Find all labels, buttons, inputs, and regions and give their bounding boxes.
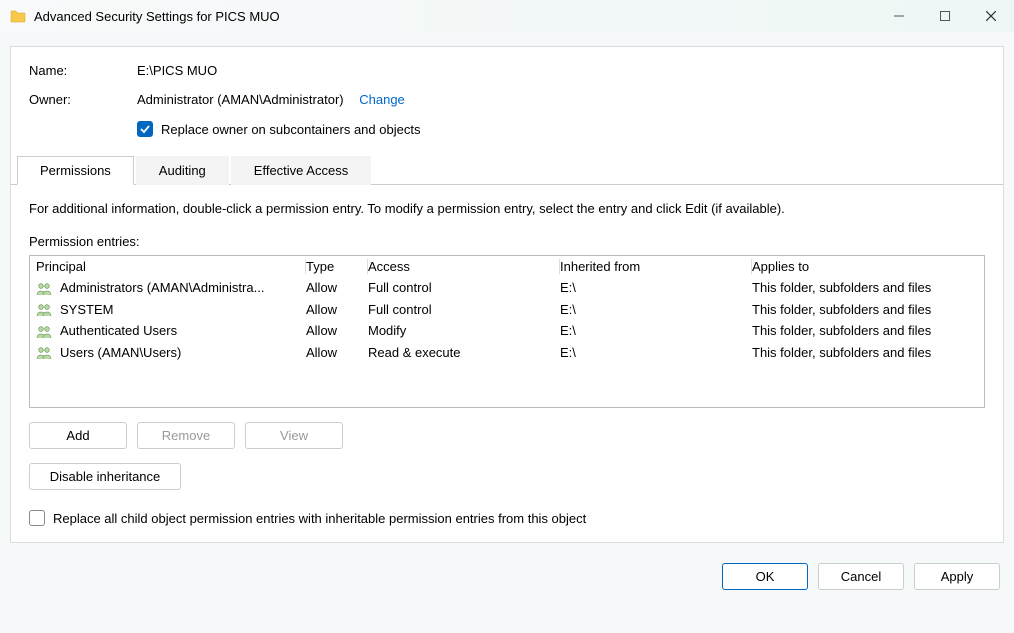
folder-icon xyxy=(10,9,26,23)
remove-button[interactable]: Remove xyxy=(137,422,235,449)
cell-principal: Users (AMAN\Users) xyxy=(60,345,181,360)
content-frame: Name: E:\PICS MUO Owner: Administrator (… xyxy=(10,46,1004,543)
view-button[interactable]: View xyxy=(245,422,343,449)
cell-principal: SYSTEM xyxy=(60,302,113,317)
table-row[interactable]: Administrators (AMAN\Administra... AllowF… xyxy=(30,277,984,299)
group-icon xyxy=(36,346,54,360)
info-text: For additional information, double-click… xyxy=(29,201,985,216)
col-applies[interactable]: Applies to xyxy=(752,259,978,274)
group-icon xyxy=(36,282,54,296)
col-inherited[interactable]: Inherited from xyxy=(560,259,752,274)
tab-permissions[interactable]: Permissions xyxy=(17,156,134,185)
cell-applies: This folder, subfolders and files xyxy=(752,302,978,317)
table-row[interactable]: Users (AMAN\Users) AllowRead & executeE:\… xyxy=(30,342,984,364)
cell-inherited: E:\ xyxy=(560,302,752,317)
tab-strip: Permissions Auditing Effective Access xyxy=(11,155,1003,185)
tab-effective-access[interactable]: Effective Access xyxy=(231,156,371,185)
add-button[interactable]: Add xyxy=(29,422,127,449)
replace-child-label: Replace all child object permission entr… xyxy=(53,511,586,526)
owner-value: Administrator (AMAN\Administrator) xyxy=(137,92,344,107)
table-row[interactable]: Authenticated Users AllowModifyE:\This fo… xyxy=(30,320,984,342)
name-label: Name: xyxy=(29,63,137,78)
minimize-button[interactable] xyxy=(876,0,922,32)
dialog-footer: OK Cancel Apply xyxy=(0,553,1014,590)
entries-label: Permission entries: xyxy=(29,234,985,249)
change-owner-link[interactable]: Change xyxy=(359,92,405,107)
col-access[interactable]: Access xyxy=(368,259,560,274)
window-title: Advanced Security Settings for PICS MUO xyxy=(34,9,876,24)
replace-owner-label: Replace owner on subcontainers and objec… xyxy=(161,122,420,137)
window-controls xyxy=(876,0,1014,32)
cell-access: Read & execute xyxy=(368,345,560,360)
name-value: E:\PICS MUO xyxy=(137,63,217,78)
maximize-button[interactable] xyxy=(922,0,968,32)
cell-access: Modify xyxy=(368,323,560,338)
apply-button[interactable]: Apply xyxy=(914,563,1000,590)
close-button[interactable] xyxy=(968,0,1014,32)
permission-table: Principal Type Access Inherited from App… xyxy=(29,255,985,408)
cell-principal: Administrators (AMAN\Administra... xyxy=(60,280,264,295)
table-header: Principal Type Access Inherited from App… xyxy=(30,256,984,277)
cell-type: Allow xyxy=(306,323,368,338)
cell-access: Full control xyxy=(368,302,560,317)
cell-access: Full control xyxy=(368,280,560,295)
owner-label: Owner: xyxy=(29,92,137,107)
ok-button[interactable]: OK xyxy=(722,563,808,590)
group-icon xyxy=(36,325,54,339)
tab-auditing[interactable]: Auditing xyxy=(136,156,229,185)
cell-applies: This folder, subfolders and files xyxy=(752,280,978,295)
cell-inherited: E:\ xyxy=(560,280,752,295)
group-icon xyxy=(36,303,54,317)
disable-inheritance-button[interactable]: Disable inheritance xyxy=(29,463,181,490)
cell-principal: Authenticated Users xyxy=(60,323,177,338)
cell-inherited: E:\ xyxy=(560,345,752,360)
cell-applies: This folder, subfolders and files xyxy=(752,345,978,360)
cell-inherited: E:\ xyxy=(560,323,752,338)
cell-type: Allow xyxy=(306,302,368,317)
table-row[interactable]: SYSTEM AllowFull controlE:\This folder, s… xyxy=(30,299,984,321)
col-type[interactable]: Type xyxy=(306,259,368,274)
cell-type: Allow xyxy=(306,280,368,295)
replace-child-checkbox[interactable] xyxy=(29,510,45,526)
replace-owner-checkbox[interactable] xyxy=(137,121,153,137)
cancel-button[interactable]: Cancel xyxy=(818,563,904,590)
cell-type: Allow xyxy=(306,345,368,360)
titlebar: Advanced Security Settings for PICS MUO xyxy=(0,0,1014,32)
cell-applies: This folder, subfolders and files xyxy=(752,323,978,338)
col-principal[interactable]: Principal xyxy=(36,259,306,274)
